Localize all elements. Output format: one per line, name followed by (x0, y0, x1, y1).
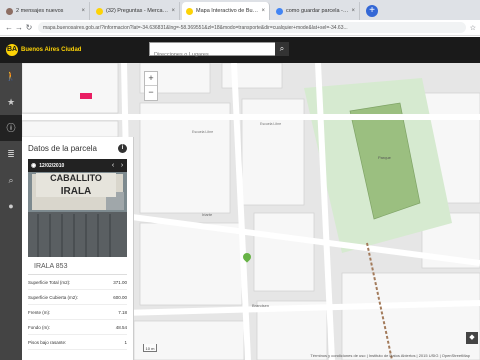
comment-icon[interactable]: ● (0, 193, 22, 219)
panel-header: Datos de la parcela i (22, 137, 133, 159)
row-value: 7.18 (118, 309, 127, 315)
row-value: 600.00 (113, 294, 127, 300)
search-icon[interactable]: ⌕ (0, 167, 22, 193)
walk-icon[interactable]: 🚶 (0, 63, 22, 89)
star-icon[interactable]: ★ (0, 89, 22, 115)
left-toolbar: 🚶 ★ ⓘ ≣ ⌕ ● (0, 63, 22, 360)
logo-text: Buenos Aires Ciudad (21, 47, 82, 53)
row-value: 48.54 (115, 324, 127, 330)
close-tab-icon[interactable]: × (171, 8, 175, 14)
zoom-control: + − (144, 71, 158, 101)
logo-mark: BA (6, 44, 18, 56)
block-label-a: Escuela Libre (192, 130, 213, 134)
chevron-right-icon[interactable]: › (118, 159, 126, 172)
parcel-info-panel: Datos de la parcela i ◉ 12/02/2010 ‹ › C… (22, 137, 134, 360)
tab-favicon-icon (276, 7, 283, 15)
tab-favicon-icon (6, 7, 13, 15)
new-tab-button[interactable]: + (366, 5, 378, 17)
table-row: Pisos bajo rasante: 1 (28, 335, 127, 350)
browser-tab[interactable]: como guardar parcela - Buscar × (272, 2, 360, 20)
parcel-data-table: Superficie Total (m2): 371.00 Superficie… (28, 275, 127, 350)
site-logo[interactable]: BA Buenos Aires Ciudad (6, 44, 81, 56)
chevron-left-icon[interactable]: ‹ (109, 159, 117, 172)
zoom-out-button[interactable]: − (145, 86, 157, 100)
info-icon[interactable]: ⓘ (0, 115, 22, 141)
row-value: 371.00 (113, 279, 127, 285)
block-label-b: Escuela Libre (260, 122, 281, 126)
search-box: ⌕ (149, 42, 289, 61)
photo-date: 12/02/2010 (39, 162, 65, 169)
street-label-brandsen: Brandsen (252, 303, 269, 308)
row-label: Pisos bajo rasante: (28, 339, 67, 345)
park-label: Parque (378, 155, 392, 160)
tab-title: como guardar parcela - Buscar (286, 8, 349, 14)
row-label: Superficie Cubierta (m2): (28, 294, 79, 300)
back-arrow-icon[interactable]: ← (4, 23, 14, 32)
row-label: Frente (m): (28, 309, 51, 315)
close-tab-icon[interactable]: × (351, 8, 355, 14)
row-value: 1 (124, 339, 127, 345)
browser-tab[interactable]: 2 mensajes nuevos × (2, 2, 90, 20)
table-row: Fondo (m): 48.54 (28, 320, 127, 335)
close-tab-icon[interactable]: × (81, 8, 85, 14)
search-icon: ⌕ (279, 44, 285, 53)
tab-title: 2 mensajes nuevos (16, 8, 64, 14)
camera-icon: ◉ (31, 163, 37, 169)
browser-tab[interactable]: (32) Preguntas - MercadoLibre × (92, 2, 180, 20)
info-icon[interactable]: i (118, 143, 127, 153)
chat-icon[interactable]: ◆ (466, 332, 478, 344)
search-input[interactable] (150, 49, 274, 61)
table-row: Superficie Cubierta (m2): 600.00 (28, 290, 127, 305)
row-label: Fondo (m): (28, 324, 51, 330)
tab-favicon-icon (186, 7, 193, 15)
parcel-address: IRALA 853 (28, 257, 127, 275)
tab-title: (32) Preguntas - MercadoLibre (106, 8, 169, 14)
search-button[interactable]: ⌕ (275, 42, 289, 56)
address-bar: ← → ↻ mapa.buenosaires.gob.ar/?informaci… (0, 20, 480, 36)
reload-icon[interactable]: ↻ (24, 23, 34, 32)
shop-sign-bottom: IRALA (60, 186, 92, 197)
layers-icon[interactable]: ≣ (0, 141, 22, 167)
url-field[interactable]: mapa.buenosaires.gob.ar/?informacion?lat… (38, 22, 466, 33)
zoom-in-button[interactable]: + (145, 72, 157, 86)
bookmark-star-icon[interactable]: ☆ (470, 24, 476, 32)
map-footer[interactable]: Términos y condiciones de uso | Institut… (310, 353, 470, 358)
table-row: Frente (m): 7.18 (28, 305, 127, 320)
street-label-iriarte: Iriarte (202, 212, 213, 217)
site-header: BA Buenos Aires Ciudad ⌕ (0, 37, 480, 63)
browser-tab-active[interactable]: Mapa Interactivo de Buenos Aire × (182, 2, 270, 20)
tab-title: Mapa Interactivo de Buenos Aire (196, 8, 259, 14)
street-photo[interactable]: ◉ 12/02/2010 ‹ › CABALLITO IRALA (28, 159, 127, 257)
tab-favicon-icon (96, 7, 103, 15)
forward-arrow-icon[interactable]: → (14, 23, 24, 32)
row-label: Superficie Total (m2): (28, 279, 71, 285)
table-row: Superficie Total (m2): 371.00 (28, 275, 127, 290)
browser-tab-bar: 2 mensajes nuevos × (32) Preguntas - Mer… (0, 0, 480, 20)
map-scale: 10 m (143, 344, 157, 352)
panel-title: Datos de la parcela (28, 143, 97, 153)
close-tab-icon[interactable]: × (261, 8, 265, 14)
